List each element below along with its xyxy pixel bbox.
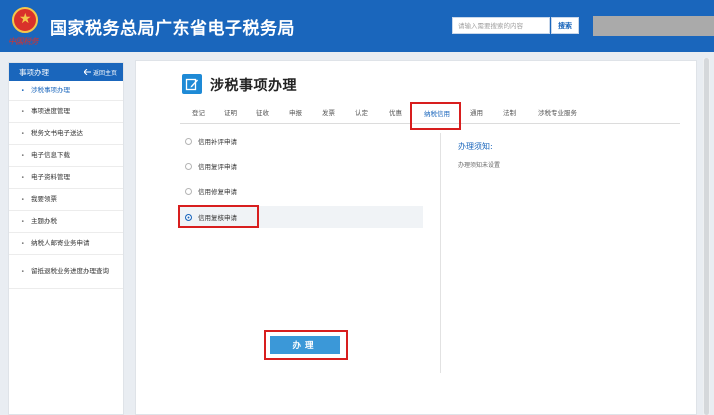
option-credit-re-evaluation[interactable]: 信用复评申请 xyxy=(180,155,423,177)
tab-declaration[interactable]: 申报 xyxy=(289,102,302,124)
sidebar-item-e-docs[interactable]: • 电子资料管理 xyxy=(9,167,123,189)
radio-icon[interactable] xyxy=(185,187,192,195)
user-info-redacted xyxy=(593,16,714,36)
edit-form-icon xyxy=(182,74,202,94)
bullet-icon: • xyxy=(21,218,25,225)
sidebar-title: 事项办理 xyxy=(19,67,49,77)
tab-tax-services[interactable]: 涉税专业服务 xyxy=(538,102,577,124)
option-label: 信用修复申请 xyxy=(198,188,237,196)
sidebar-item-progress[interactable]: • 事项进度管理 xyxy=(9,101,123,123)
bullet-icon: • xyxy=(21,152,25,159)
scroll-thumb[interactable] xyxy=(704,58,709,415)
main-panel: 涉税事项办理 登记 证明 征收 申报 发票 认定 优惠 纳税信用 通用 法制 涉… xyxy=(135,60,697,415)
option-label: 信用复核申请 xyxy=(198,214,237,222)
tab-collection[interactable]: 征收 xyxy=(256,102,269,124)
bullet-icon: • xyxy=(21,174,25,181)
sidebar-item-label: 电子信息下载 xyxy=(31,151,70,159)
sidebar: 事项办理 返回主页 • 涉税事项办理 • 事项进度管理 • 税务文书电子送达 • 电子信… xyxy=(8,62,124,415)
search-input[interactable] xyxy=(452,17,550,34)
scrollbar[interactable] xyxy=(703,58,710,415)
sidebar-item-label: 主题办税 xyxy=(31,217,57,225)
back-arrow-icon xyxy=(83,69,91,75)
sidebar-item-label: 我要领票 xyxy=(31,195,57,203)
tab-certificate[interactable]: 证明 xyxy=(224,102,237,124)
page-title: 涉税事项办理 xyxy=(210,78,297,94)
tab-general[interactable]: 通用 xyxy=(470,102,483,124)
sidebar-item-label: 事项进度管理 xyxy=(31,107,70,115)
notice-title: 办理须知: xyxy=(458,142,493,151)
radio-checked-icon[interactable] xyxy=(185,213,192,221)
bullet-icon: • xyxy=(21,87,25,94)
option-label: 信用补评申请 xyxy=(198,138,237,146)
site-title: 国家税务总局广东省电子税务局 xyxy=(50,19,295,39)
bullet-icon: • xyxy=(21,196,25,203)
back-home-label: 返回主页 xyxy=(92,69,117,77)
radio-icon[interactable] xyxy=(185,162,192,170)
tab-legal[interactable]: 法制 xyxy=(503,102,516,124)
tax-emblem-icon: ★ xyxy=(12,7,38,33)
sidebar-item-mail-request[interactable]: • 纳税人邮寄业务申请 xyxy=(9,233,123,255)
sidebar-item-label: 涉税事项办理 xyxy=(31,86,70,94)
tab-registration[interactable]: 登记 xyxy=(192,102,205,124)
sidebar-item-tax-matters[interactable]: • 涉税事项办理 xyxy=(9,81,123,101)
bullet-icon: • xyxy=(21,240,25,247)
tab-tax-credit[interactable]: 纳税信用 xyxy=(416,102,458,124)
notice-body: 办理须知未设置 xyxy=(458,162,501,169)
sidebar-item-e-delivery[interactable]: • 税务文书电子送达 xyxy=(9,123,123,145)
option-credit-supplement[interactable]: 信用补评申请 xyxy=(180,130,423,152)
bullet-icon: • xyxy=(21,108,25,115)
back-home-link[interactable]: 返回主页 xyxy=(83,68,117,77)
sidebar-item-label: 留抵退税业务进度办理查询 xyxy=(31,267,109,275)
submit-button[interactable]: 办理 xyxy=(270,336,340,354)
sidebar-item-get-invoice[interactable]: • 我要领票 xyxy=(9,189,123,211)
tab-divider xyxy=(180,123,680,124)
emblem-text: 中国税务 xyxy=(8,37,39,46)
bullet-icon: • xyxy=(21,268,25,275)
tab-invoice[interactable]: 发票 xyxy=(322,102,335,124)
option-label: 信用复评申请 xyxy=(198,163,237,171)
tab-preferential[interactable]: 优惠 xyxy=(389,102,402,124)
sidebar-item-label: 电子资料管理 xyxy=(31,173,70,181)
sidebar-header: 事项办理 返回主页 xyxy=(9,63,123,81)
sidebar-item-label: 税务文书电子送达 xyxy=(31,129,83,137)
top-header: ★ 中国税务 国家税务总局广东省电子税务局 搜索 xyxy=(0,0,714,52)
option-credit-review[interactable]: 信用复核申请 xyxy=(180,206,423,228)
search-button[interactable]: 搜索 xyxy=(551,17,579,34)
radio-icon[interactable] xyxy=(185,137,192,145)
tab-certification[interactable]: 认定 xyxy=(355,102,368,124)
sidebar-item-theme-tax[interactable]: • 主题办税 xyxy=(9,211,123,233)
option-credit-repair[interactable]: 信用修复申请 xyxy=(180,180,423,202)
sidebar-item-refund-query[interactable]: • 留抵退税业务进度办理查询 xyxy=(9,255,123,289)
sidebar-item-download[interactable]: • 电子信息下载 xyxy=(9,145,123,167)
vertical-divider xyxy=(440,133,441,373)
bullet-icon: • xyxy=(21,130,25,137)
sidebar-item-label: 纳税人邮寄业务申请 xyxy=(31,239,90,247)
